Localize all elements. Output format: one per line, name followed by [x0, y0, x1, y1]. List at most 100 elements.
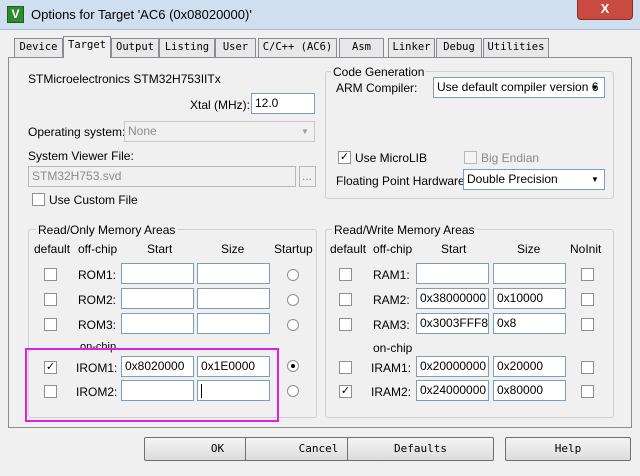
tab-device[interactable]: Device — [14, 38, 63, 57]
rom2-default-checkbox[interactable] — [44, 293, 57, 306]
tab-debug[interactable]: Debug — [436, 38, 482, 57]
rom3-startup-radio[interactable] — [287, 319, 299, 331]
chevron-down-icon: ▼ — [591, 175, 599, 184]
iram1-size-input[interactable]: 0x20000 — [493, 356, 566, 377]
rom3-label: ROM3: — [78, 318, 117, 332]
svf-input[interactable]: STM32H753.svd — [28, 166, 296, 187]
tab-user[interactable]: User — [215, 38, 256, 57]
fp-label: Floating Point Hardware: — [336, 174, 469, 188]
readwrite-memory-title: Read/Write Memory Areas — [332, 223, 477, 237]
rw-header-size: Size — [517, 242, 541, 256]
svf-label: System Viewer File: — [28, 149, 134, 163]
fp-value: Double Precision — [467, 172, 558, 186]
rom1-default-checkbox[interactable] — [44, 268, 57, 281]
ram2-size-input[interactable]: 0x10000 — [493, 288, 566, 309]
rom1-start-input[interactable] — [121, 263, 194, 284]
ram3-noinit-checkbox[interactable] — [581, 318, 594, 331]
rom2-label: ROM2: — [78, 293, 117, 307]
rom2-start-input[interactable] — [121, 288, 194, 309]
microlib-checkbox[interactable]: ✓ — [338, 151, 351, 164]
check-icon: ✓ — [340, 385, 351, 397]
rom2-startup-radio[interactable] — [287, 294, 299, 306]
os-select[interactable]: None ▼ — [124, 121, 315, 142]
ram2-start-input[interactable]: 0x38000000 — [416, 288, 489, 309]
xtal-input[interactable]: 12.0 — [251, 93, 315, 114]
ro-header-startup: Startup — [274, 242, 313, 256]
tab-utilities[interactable]: Utilities — [483, 38, 549, 57]
ram1-noinit-checkbox[interactable] — [581, 268, 594, 281]
ram3-start-input[interactable]: 0x3003FFF8 — [416, 313, 489, 334]
xtal-label: Xtal (MHz): — [190, 98, 250, 112]
app-icon: V — [7, 6, 24, 23]
defaults-button[interactable]: Defaults — [347, 437, 494, 461]
rom1-startup-radio[interactable] — [287, 269, 299, 281]
device-name: STMicroelectronics STM32H753IITx — [28, 72, 221, 86]
tab-listing[interactable]: Listing — [159, 38, 215, 57]
ram3-size-input[interactable]: 0x8 — [493, 313, 566, 334]
close-icon: X — [600, 1, 610, 16]
ram2-label: RAM2: — [373, 293, 410, 307]
check-icon: ✓ — [339, 151, 350, 163]
tab-output[interactable]: Output — [111, 38, 159, 57]
iram1-default-checkbox[interactable] — [339, 361, 352, 374]
rw-header-noinit: NoInit — [570, 242, 602, 256]
chevron-down-icon: ▼ — [591, 83, 599, 92]
iram1-noinit-checkbox[interactable] — [581, 361, 594, 374]
ram1-default-checkbox[interactable] — [339, 268, 352, 281]
rom2-size-input[interactable] — [197, 288, 270, 309]
ram2-noinit-checkbox[interactable] — [581, 293, 594, 306]
big-endian-label: Big Endian — [481, 151, 540, 165]
custom-file-label: Use Custom File — [49, 193, 138, 207]
close-button[interactable]: X — [577, 0, 633, 20]
iram2-size-input[interactable]: 0x80000 — [493, 380, 566, 401]
rom3-default-checkbox[interactable] — [44, 318, 57, 331]
svf-browse-button[interactable]: ... — [299, 166, 316, 187]
tab-asm[interactable]: Asm — [339, 38, 384, 57]
compiler-select[interactable]: Use default compiler version 6 ▼ — [433, 77, 605, 98]
rw-header-offchip: off-chip — [373, 242, 413, 256]
fp-select[interactable]: Double Precision ▼ — [463, 169, 605, 190]
ram3-label: RAM3: — [373, 318, 410, 332]
compiler-label: ARM Compiler: — [336, 81, 418, 95]
ro-header-offchip: off-chip — [78, 242, 118, 256]
rw-header-default: default — [330, 242, 367, 256]
ro-header-default: default — [34, 242, 71, 256]
iram2-noinit-checkbox[interactable] — [581, 385, 594, 398]
readonly-memory-title: Read/Only Memory Areas — [36, 223, 178, 237]
rom3-start-input[interactable] — [121, 313, 194, 334]
microlib-label: Use MicroLIB — [355, 151, 428, 165]
rw-header-start: Start — [441, 242, 467, 256]
irom2-startup-radio[interactable] — [287, 385, 299, 397]
iram1-label: IRAM1: — [371, 361, 412, 375]
tab-target[interactable]: Target — [63, 36, 111, 58]
radio-selected-dot — [291, 364, 295, 368]
tab-c-cpp[interactable]: C/C++ (AC6) — [258, 38, 337, 57]
os-label: Operating system: — [28, 125, 126, 139]
iram2-default-checkbox[interactable]: ✓ — [339, 385, 352, 398]
chevron-down-icon: ▼ — [301, 127, 309, 136]
tab-linker[interactable]: Linker — [388, 38, 435, 57]
ro-header-start: Start — [147, 242, 173, 256]
iram2-start-input[interactable]: 0x24000000 — [416, 380, 489, 401]
rom3-size-input[interactable] — [197, 313, 270, 334]
ram1-size-input[interactable] — [493, 263, 566, 284]
window-title: Options for Target 'AC6 (0x08020000)' — [31, 7, 252, 22]
rom1-size-input[interactable] — [197, 263, 270, 284]
ram2-default-checkbox[interactable] — [339, 293, 352, 306]
rw-onchip-label: on-chip — [373, 341, 413, 355]
custom-file-checkbox[interactable] — [32, 193, 45, 206]
ram3-default-checkbox[interactable] — [339, 318, 352, 331]
iram2-label: IRAM2: — [371, 385, 412, 399]
iram1-start-input[interactable]: 0x20000000 — [416, 356, 489, 377]
ram1-start-input[interactable] — [416, 263, 489, 284]
rom1-label: ROM1: — [78, 268, 117, 282]
help-button[interactable]: Help — [505, 437, 631, 461]
os-value: None — [128, 124, 157, 138]
ro-header-size: Size — [221, 242, 245, 256]
ram1-label: RAM1: — [373, 268, 410, 282]
highlight-box — [25, 348, 279, 422]
compiler-value: Use default compiler version 6 — [437, 80, 599, 94]
code-generation-title: Code Generation — [331, 65, 427, 79]
irom1-startup-radio[interactable] — [287, 360, 299, 372]
big-endian-checkbox[interactable] — [464, 151, 477, 164]
